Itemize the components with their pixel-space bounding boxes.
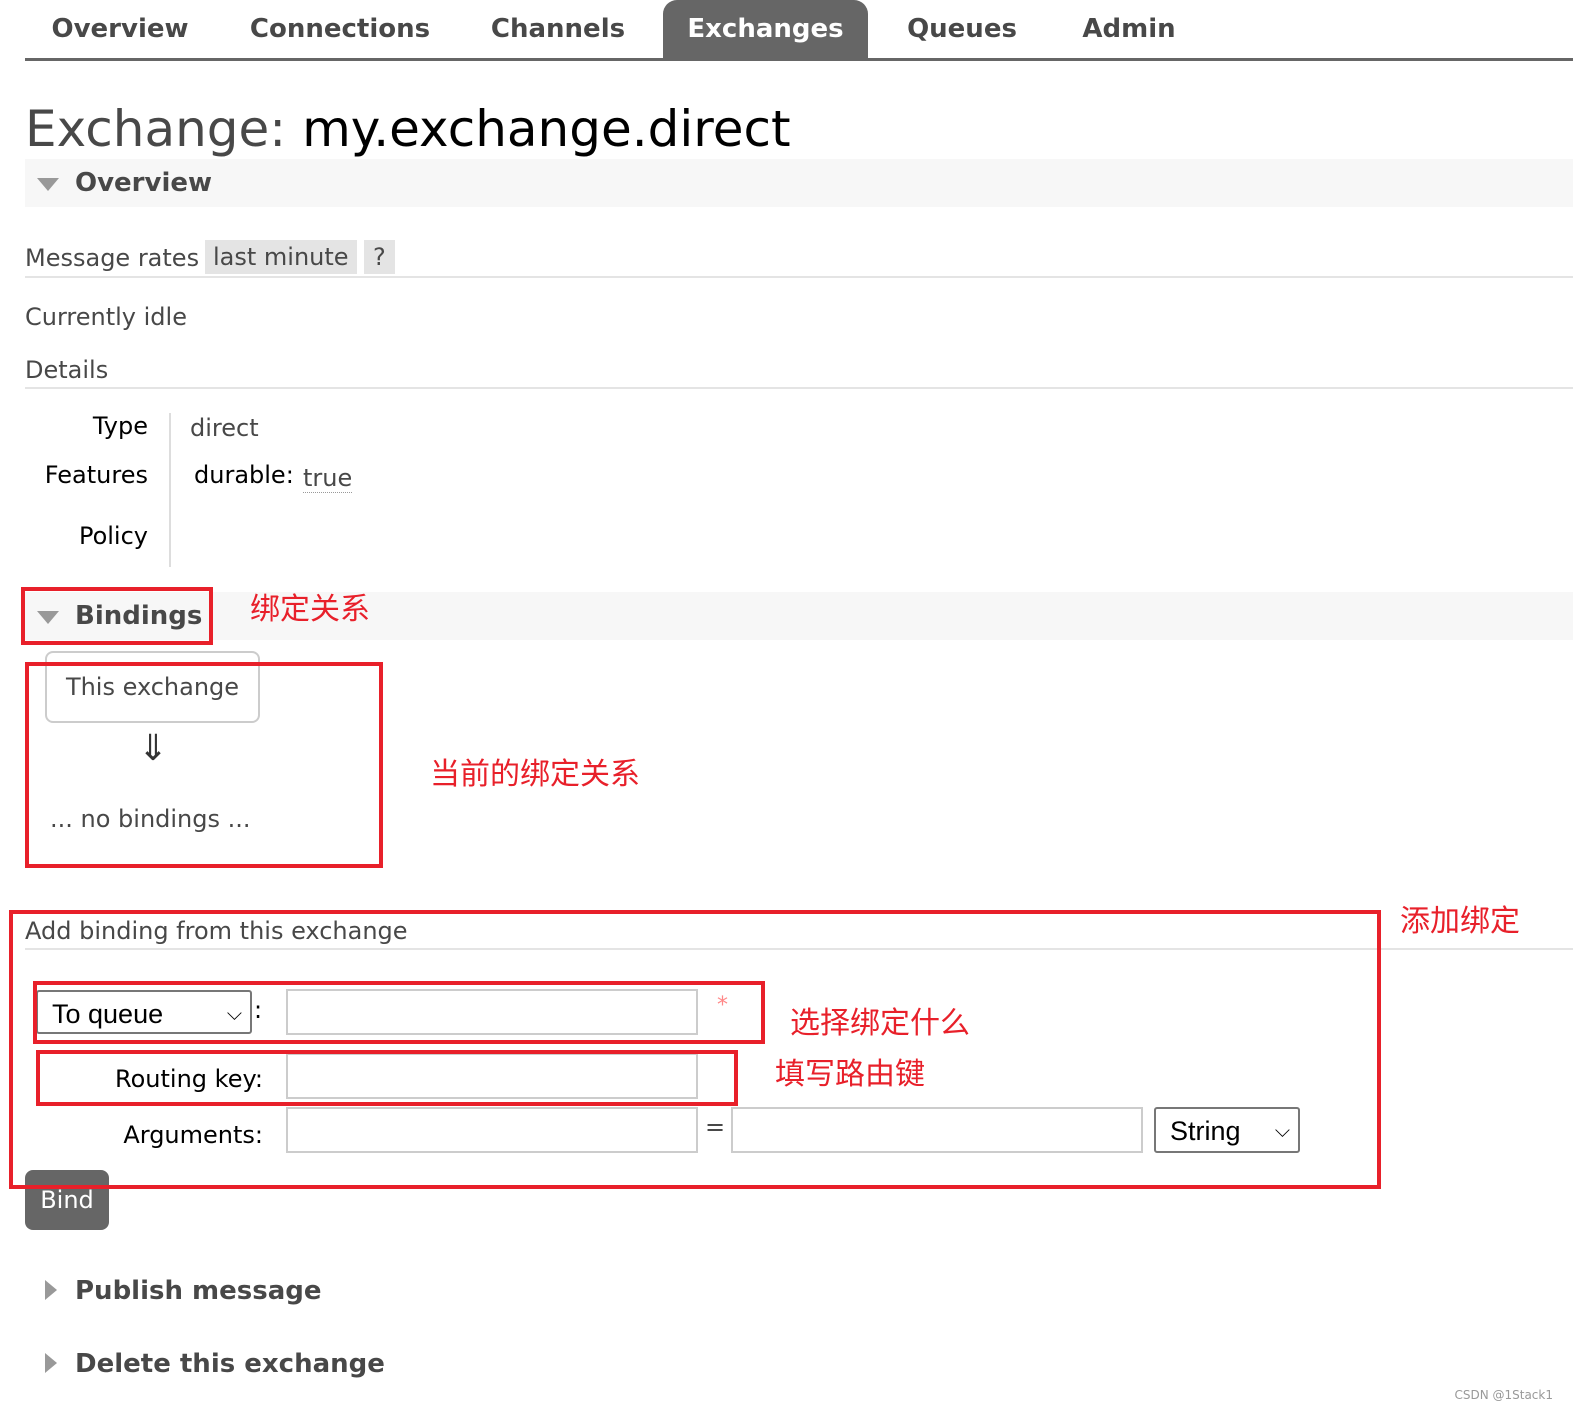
help-button[interactable]: ? — [364, 240, 395, 274]
divider — [25, 387, 1573, 389]
nav-divider — [25, 58, 1573, 61]
features-label: Features — [44, 461, 148, 489]
details-label: Details — [25, 356, 109, 384]
exchange-name: my.exchange.direct — [302, 100, 791, 158]
annotation-bindings: 绑定关系 — [250, 592, 370, 627]
divider — [25, 276, 1573, 278]
annotation-current: 当前的绑定关系 — [430, 757, 640, 792]
tab-exchanges[interactable]: Exchanges — [663, 0, 868, 58]
message-rates-label: Message rates — [25, 244, 200, 272]
publish-message-heading[interactable]: Publish message — [75, 1276, 322, 1306]
delete-exchange-heading[interactable]: Delete this exchange — [75, 1349, 385, 1379]
tab-queues[interactable]: Queues — [895, 0, 1029, 58]
durable-value: true — [303, 464, 353, 493]
type-value: direct — [190, 414, 259, 442]
tab-channels[interactable]: Channels — [480, 0, 636, 58]
rate-period-selector[interactable]: last minute — [205, 240, 357, 274]
tab-admin[interactable]: Admin — [1068, 0, 1190, 58]
expand-triangle-icon[interactable] — [45, 1353, 57, 1373]
expand-triangle-icon[interactable] — [45, 1280, 57, 1300]
annotation-routing: 填写路由键 — [775, 1057, 925, 1092]
overview-section-header[interactable] — [25, 159, 1573, 207]
annotation-add: 添加绑定 — [1400, 904, 1520, 939]
annotation-box-bindings — [21, 587, 213, 645]
annotation-box-routing — [36, 1050, 738, 1106]
overview-heading[interactable]: Overview — [75, 168, 212, 198]
details-divider — [169, 413, 171, 567]
annotation-box-current — [25, 662, 383, 868]
tab-connections[interactable]: Connections — [235, 0, 445, 58]
policy-label: Policy — [78, 522, 148, 550]
watermark: CSDN @1Stack1 — [1454, 1388, 1553, 1402]
durable-label: durable: — [194, 461, 294, 489]
page-title: Exchange: my.exchange.direct — [25, 100, 791, 158]
collapse-triangle-icon[interactable] — [37, 178, 59, 191]
annotation-box-choose — [33, 981, 765, 1044]
type-label: Type — [92, 412, 148, 440]
title-prefix: Exchange: — [25, 100, 287, 158]
annotation-choose: 选择绑定什么 — [790, 1006, 970, 1041]
status-text: Currently idle — [25, 303, 187, 331]
tab-overview[interactable]: Overview — [40, 0, 200, 58]
